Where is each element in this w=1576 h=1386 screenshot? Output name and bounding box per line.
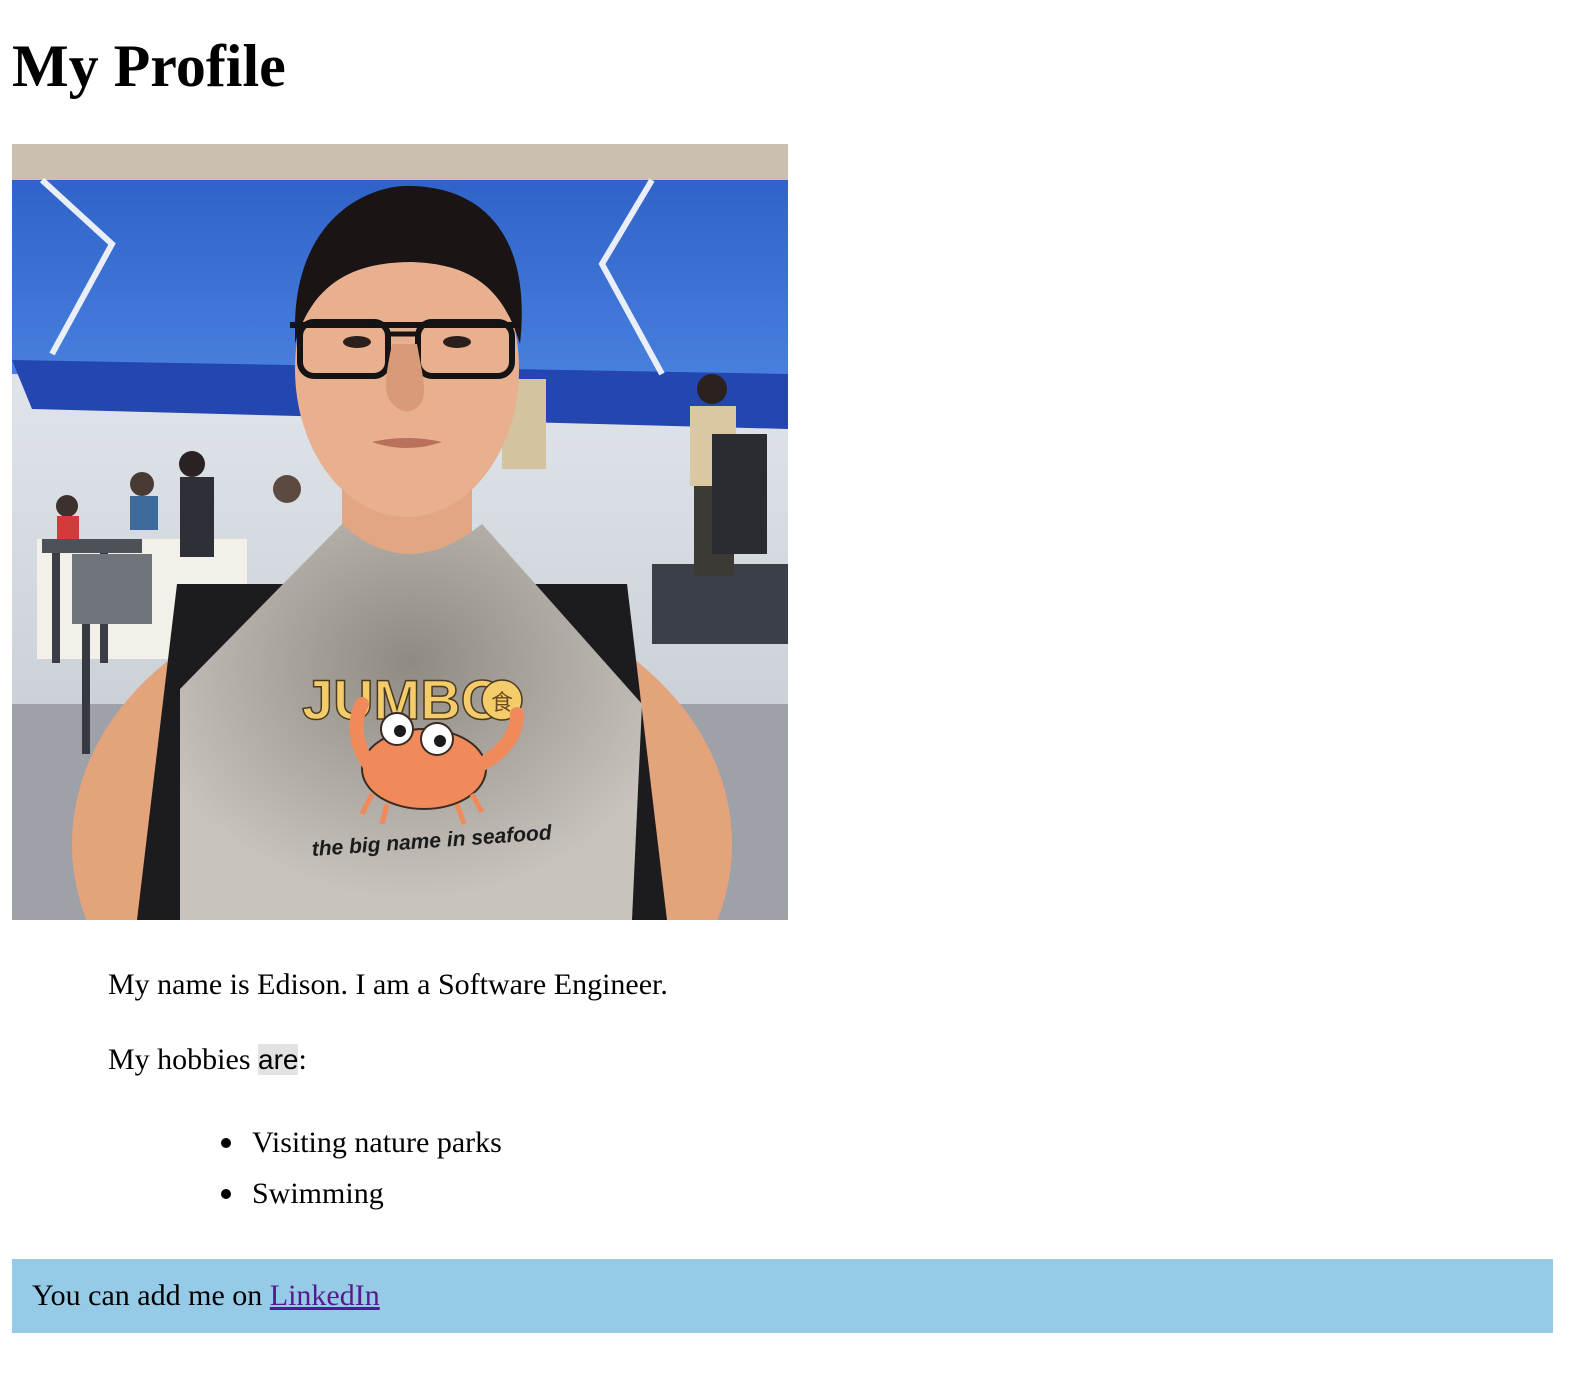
profile-photo: JUMBO 食 the big name in seafood: [12, 144, 788, 920]
hobby-label: Visiting nature parks: [252, 1126, 502, 1159]
hobbies-prefix: My hobbies: [108, 1043, 258, 1076]
bib-logo-mark: 食: [491, 691, 513, 716]
hobbies-suffix: :: [298, 1043, 307, 1076]
hobby-list: Visiting nature parks Swimming: [216, 1122, 502, 1224]
list-item: Visiting nature parks: [216, 1122, 502, 1173]
bullet-icon: [221, 1189, 231, 1199]
hobbies-intro: My hobbies are:: [108, 1039, 307, 1081]
linkedin-link[interactable]: LinkedIn: [270, 1279, 380, 1312]
page-title: My Profile: [12, 33, 286, 99]
bullet-icon: [221, 1138, 231, 1148]
highlighted-word: are: [258, 1044, 299, 1075]
hobby-label: Swimming: [252, 1177, 384, 1210]
footer-text: You can add me on: [32, 1279, 270, 1312]
list-item: Swimming: [216, 1173, 502, 1224]
footer: You can add me on LinkedIn: [12, 1259, 1553, 1333]
bio-intro: My name is Edison. I am a Software Engin…: [108, 968, 668, 1001]
